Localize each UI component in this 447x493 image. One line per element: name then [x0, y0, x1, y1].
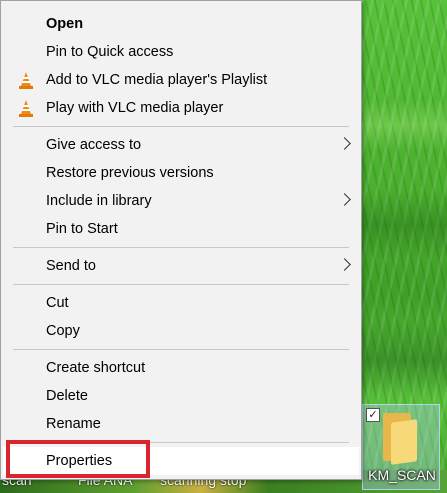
menu-separator — [13, 349, 349, 350]
properties-highlight-box — [6, 440, 150, 478]
desktop-folder-icon-selected[interactable]: ✓ KM_SCAN — [362, 404, 440, 490]
menu-item-label: Pin to Start — [46, 221, 118, 237]
menu-item-label: Open — [46, 16, 84, 32]
menu-item-label: Give access to — [46, 137, 142, 153]
menu-separator — [13, 284, 349, 285]
menu-item-rename[interactable]: Rename — [3, 410, 359, 438]
chevron-right-icon — [338, 193, 351, 206]
menu-item-pin-quick-access[interactable]: Pin to Quick access — [3, 38, 359, 66]
menu-item-send-to[interactable]: Send to — [3, 252, 359, 280]
menu-item-pin-start[interactable]: Pin to Start — [3, 215, 359, 243]
menu-item-label: Include in library — [46, 193, 152, 209]
menu-item-label: Add to VLC media player's Playlist — [46, 72, 268, 88]
menu-item-open[interactable]: Open — [3, 10, 359, 38]
menu-item-label: Send to — [46, 258, 96, 274]
menu-item-label: Pin to Quick access — [46, 44, 174, 60]
folder-icon — [383, 413, 419, 465]
menu-item-add-vlc-playlist[interactable]: Add to VLC media player's Playlist — [3, 66, 359, 94]
menu-item-label: Play with VLC media player — [46, 100, 224, 116]
menu-item-restore-versions[interactable]: Restore previous versions — [3, 159, 359, 187]
menu-item-give-access[interactable]: Give access to — [3, 131, 359, 159]
menu-item-delete[interactable]: Delete — [3, 382, 359, 410]
menu-item-label: Create shortcut — [46, 360, 146, 376]
menu-separator — [13, 247, 349, 248]
menu-item-label: Rename — [46, 416, 101, 432]
menu-item-cut[interactable]: Cut — [3, 289, 359, 317]
chevron-right-icon — [338, 137, 351, 150]
menu-item-copy[interactable]: Copy — [3, 317, 359, 345]
menu-item-include-library[interactable]: Include in library — [3, 187, 359, 215]
menu-item-label: Copy — [46, 323, 80, 339]
vlc-cone-icon — [19, 100, 33, 117]
menu-item-create-shortcut[interactable]: Create shortcut — [3, 354, 359, 382]
chevron-right-icon — [338, 258, 351, 271]
menu-item-label: Delete — [46, 388, 88, 404]
vlc-cone-icon — [19, 72, 33, 89]
menu-item-label: Restore previous versions — [46, 165, 214, 181]
context-menu: Open Pin to Quick access Add to VLC medi… — [0, 0, 362, 480]
desktop-icon-label: KM_SCAN — [368, 467, 436, 483]
menu-item-play-vlc[interactable]: Play with VLC media player — [3, 94, 359, 122]
menu-separator — [13, 126, 349, 127]
menu-item-label: Cut — [46, 295, 69, 311]
selection-checkbox[interactable]: ✓ — [366, 408, 380, 422]
